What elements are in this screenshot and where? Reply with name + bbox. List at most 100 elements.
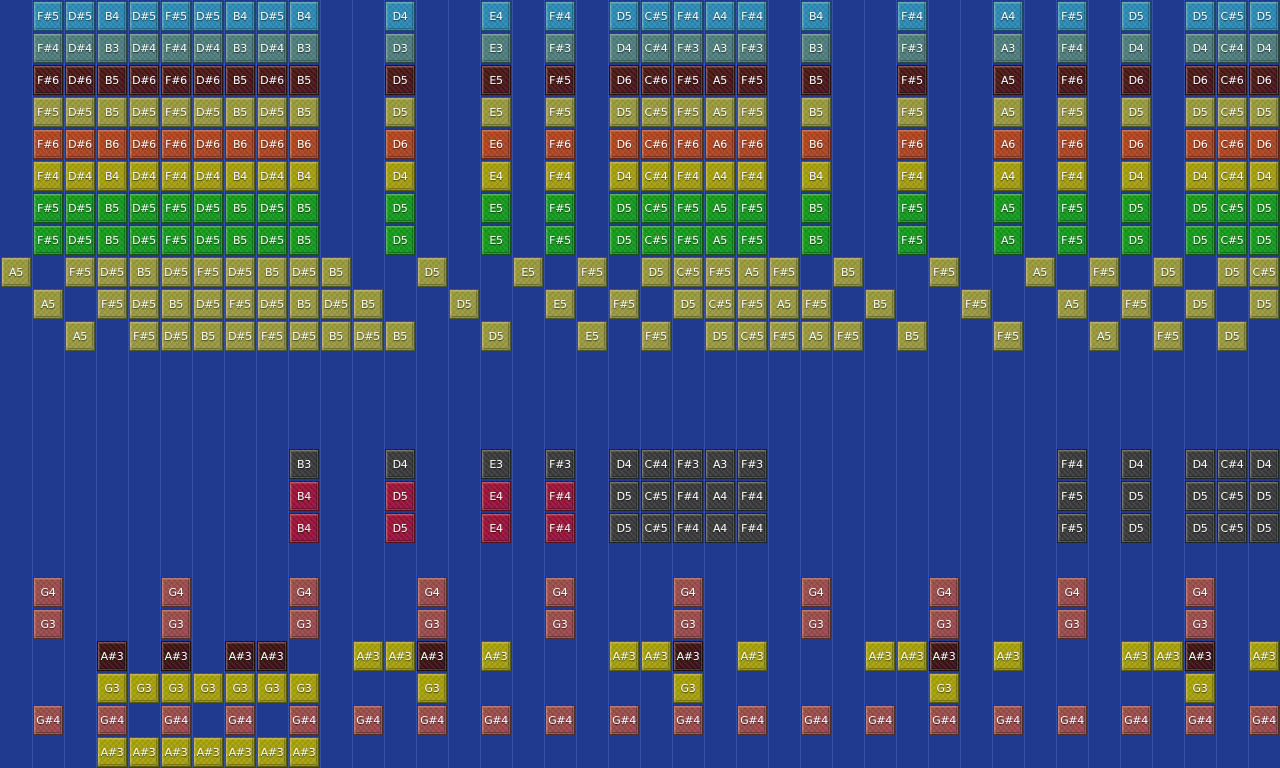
note-cell[interactable]: D6 — [609, 129, 639, 159]
note-cell[interactable]: F#3 — [737, 33, 767, 63]
note-cell[interactable]: D5 — [609, 481, 639, 511]
note-cell[interactable]: D#5 — [257, 225, 287, 255]
note-cell[interactable]: B5 — [865, 289, 895, 319]
note-cell[interactable]: F#5 — [545, 97, 575, 127]
note-cell[interactable]: C#5 — [1217, 97, 1247, 127]
note-cell[interactable]: G#4 — [1249, 705, 1279, 735]
note-cell[interactable]: G#4 — [609, 705, 639, 735]
note-cell[interactable]: C#4 — [641, 449, 671, 479]
note-cell[interactable]: E5 — [481, 65, 511, 95]
note-cell[interactable]: C#5 — [1217, 1, 1247, 31]
note-cell[interactable]: F#5 — [1057, 1, 1087, 31]
note-cell[interactable]: B5 — [289, 289, 319, 319]
note-cell[interactable]: A5 — [737, 257, 767, 287]
note-cell[interactable]: D6 — [1121, 129, 1151, 159]
note-cell[interactable]: G4 — [289, 577, 319, 607]
note-cell[interactable]: E5 — [577, 321, 607, 351]
note-cell[interactable]: B4 — [97, 161, 127, 191]
note-cell[interactable]: A#3 — [1121, 641, 1151, 671]
note-cell[interactable]: F#5 — [737, 65, 767, 95]
note-cell[interactable]: D4 — [1185, 449, 1215, 479]
note-cell[interactable]: A5 — [993, 193, 1023, 223]
note-cell[interactable]: F#5 — [897, 65, 927, 95]
note-cell[interactable]: C#5 — [1217, 481, 1247, 511]
note-cell[interactable]: F#5 — [801, 289, 831, 319]
note-cell[interactable]: F#5 — [97, 289, 127, 319]
note-cell[interactable]: B5 — [161, 289, 191, 319]
note-cell[interactable]: G#4 — [737, 705, 767, 735]
note-cell[interactable]: D#5 — [129, 193, 159, 223]
note-cell[interactable]: E4 — [481, 161, 511, 191]
note-cell[interactable]: G3 — [929, 673, 959, 703]
note-cell[interactable]: B5 — [289, 193, 319, 223]
note-cell[interactable]: F#5 — [161, 193, 191, 223]
note-cell[interactable]: B5 — [289, 65, 319, 95]
note-cell[interactable]: C#5 — [1249, 257, 1279, 287]
note-grid[interactable]: F#5 D#5 B4 D#5 F#5 D#5 B4 D#5 B4 D4 E4 F#4 D5 C#5 F#4 A… — [0, 0, 1280, 768]
note-cell[interactable]: F#5 — [737, 193, 767, 223]
note-cell[interactable]: G4 — [545, 577, 575, 607]
note-cell[interactable]: C#4 — [1217, 161, 1247, 191]
note-cell[interactable]: F#5 — [33, 225, 63, 255]
note-cell[interactable]: D5 — [1249, 481, 1279, 511]
note-cell[interactable]: A5 — [33, 289, 63, 319]
note-cell[interactable]: F#4 — [161, 33, 191, 63]
note-cell[interactable]: B5 — [385, 321, 415, 351]
note-cell[interactable]: D5 — [609, 513, 639, 543]
note-cell[interactable]: B5 — [97, 97, 127, 127]
note-cell[interactable]: F#5 — [33, 97, 63, 127]
note-cell[interactable]: F#5 — [673, 97, 703, 127]
note-cell[interactable]: F#4 — [673, 513, 703, 543]
note-cell[interactable]: F#3 — [673, 449, 703, 479]
note-cell[interactable]: A4 — [993, 161, 1023, 191]
note-cell[interactable]: D5 — [1249, 289, 1279, 319]
note-cell[interactable]: B3 — [801, 33, 831, 63]
note-cell[interactable]: F#5 — [1057, 97, 1087, 127]
note-cell[interactable]: A5 — [769, 289, 799, 319]
note-cell[interactable]: D5 — [1217, 321, 1247, 351]
note-cell[interactable]: D5 — [1121, 225, 1151, 255]
note-cell[interactable]: B5 — [801, 97, 831, 127]
note-cell[interactable]: C#4 — [641, 161, 671, 191]
note-cell[interactable]: C#4 — [1217, 449, 1247, 479]
note-cell[interactable]: D#6 — [257, 129, 287, 159]
note-cell[interactable]: A#3 — [1249, 641, 1279, 671]
note-cell[interactable]: G3 — [417, 609, 447, 639]
note-cell[interactable]: G4 — [673, 577, 703, 607]
note-cell[interactable]: D#5 — [225, 321, 255, 351]
note-cell[interactable]: A#3 — [641, 641, 671, 671]
note-cell[interactable]: D5 — [385, 193, 415, 223]
note-cell[interactable]: F#6 — [161, 65, 191, 95]
note-cell[interactable]: F#5 — [1121, 289, 1151, 319]
note-cell[interactable]: G#4 — [993, 705, 1023, 735]
note-cell[interactable]: D5 — [705, 321, 735, 351]
note-cell[interactable]: G#4 — [673, 705, 703, 735]
note-cell[interactable]: G3 — [801, 609, 831, 639]
note-cell[interactable]: D#4 — [65, 33, 95, 63]
note-cell[interactable]: G3 — [257, 673, 287, 703]
note-cell[interactable]: E4 — [481, 1, 511, 31]
note-cell[interactable]: F#5 — [161, 225, 191, 255]
note-cell[interactable]: D#4 — [193, 161, 223, 191]
note-cell[interactable]: A#3 — [993, 641, 1023, 671]
note-cell[interactable]: C#5 — [641, 97, 671, 127]
note-cell[interactable]: A4 — [705, 161, 735, 191]
note-cell[interactable]: C#6 — [641, 129, 671, 159]
note-cell[interactable]: G#4 — [353, 705, 383, 735]
note-cell[interactable]: D5 — [1185, 97, 1215, 127]
note-cell[interactable]: G3 — [1185, 609, 1215, 639]
note-cell[interactable]: A#3 — [417, 641, 447, 671]
note-cell[interactable]: B4 — [97, 1, 127, 31]
note-cell[interactable]: D5 — [641, 257, 671, 287]
note-cell[interactable]: D4 — [1185, 161, 1215, 191]
note-cell[interactable]: A5 — [1, 257, 31, 287]
note-cell[interactable]: G3 — [1185, 673, 1215, 703]
note-cell[interactable]: A#3 — [161, 641, 191, 671]
note-cell[interactable]: C#5 — [1217, 225, 1247, 255]
note-cell[interactable]: G#4 — [225, 705, 255, 735]
note-cell[interactable]: D5 — [1121, 193, 1151, 223]
note-cell[interactable]: D#6 — [129, 129, 159, 159]
note-cell[interactable]: A3 — [993, 33, 1023, 63]
note-cell[interactable]: F#5 — [737, 225, 767, 255]
note-cell[interactable]: D#5 — [161, 321, 191, 351]
